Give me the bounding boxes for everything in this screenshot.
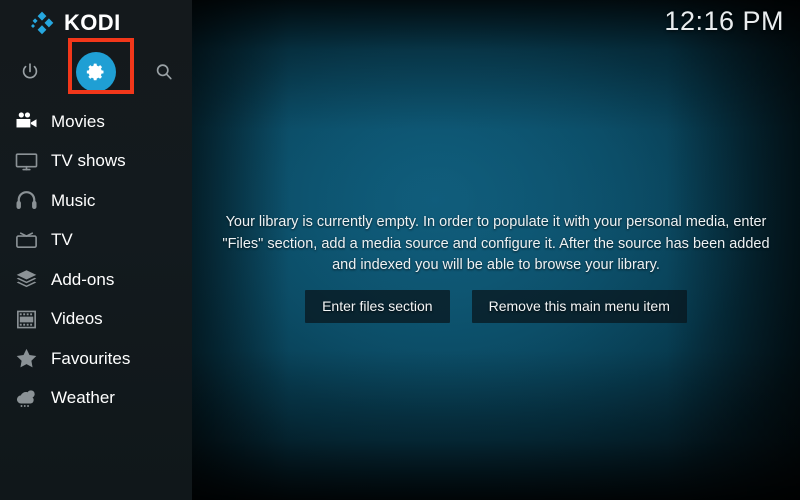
sidebar-item-videos[interactable]: Videos [0, 300, 192, 340]
power-icon [19, 61, 41, 83]
sidebar-item-label: Weather [51, 388, 115, 408]
sidebar-item-label: TV shows [51, 151, 126, 171]
sidebar-item-label: Videos [51, 309, 103, 329]
kodi-home-screen: 12:16 PM Your library is currently empty… [0, 0, 800, 500]
brand: KODI [0, 0, 192, 46]
enter-files-section-button[interactable]: Enter files section [305, 289, 450, 323]
kodi-logo-icon [29, 10, 55, 36]
search-button[interactable] [142, 46, 186, 98]
brand-name: KODI [64, 10, 121, 35]
empty-library-message: Your library is currently empty. In orde… [222, 214, 770, 273]
sidebar-item-label: Music [51, 190, 96, 210]
addons-box-icon [9, 267, 43, 292]
sidebar-item-tv[interactable]: TV [0, 221, 192, 261]
retro-tv-icon [9, 228, 43, 253]
sidebar-item-weather[interactable]: Weather [0, 379, 192, 419]
tv-monitor-icon [9, 149, 43, 174]
sidebar: KODI Movies TV shows Music TV Add-ons Vi… [0, 0, 192, 500]
settings-button[interactable] [70, 46, 122, 98]
sidebar-item-tv-shows[interactable]: TV shows [0, 142, 192, 182]
sidebar-item-label: TV [51, 230, 73, 250]
gear-icon [76, 52, 116, 92]
empty-library-panel: Your library is currently empty. In orde… [192, 212, 800, 323]
sidebar-item-label: Favourites [51, 348, 131, 368]
star-icon [9, 346, 43, 371]
sidebar-item-label: Movies [51, 111, 105, 131]
top-icon-row [0, 46, 192, 98]
empty-library-actions: Enter files section Remove this main men… [192, 289, 800, 323]
sidebar-item-favourites[interactable]: Favourites [0, 339, 192, 379]
remove-main-menu-item-button[interactable]: Remove this main menu item [471, 289, 687, 323]
sidebar-item-music[interactable]: Music [0, 181, 192, 221]
weather-cloud-icon [9, 386, 43, 411]
search-icon [153, 61, 175, 83]
sidebar-item-label: Add-ons [51, 269, 115, 289]
clock: 12:16 PM [664, 6, 784, 36]
power-button[interactable] [8, 46, 52, 98]
main-menu: Movies TV shows Music TV Add-ons Videos … [0, 102, 192, 418]
sidebar-item-movies[interactable]: Movies [0, 102, 192, 142]
movie-camera-icon [9, 109, 43, 134]
film-strip-icon [9, 307, 43, 332]
sidebar-item-add-ons[interactable]: Add-ons [0, 260, 192, 300]
headphones-icon [9, 188, 43, 213]
